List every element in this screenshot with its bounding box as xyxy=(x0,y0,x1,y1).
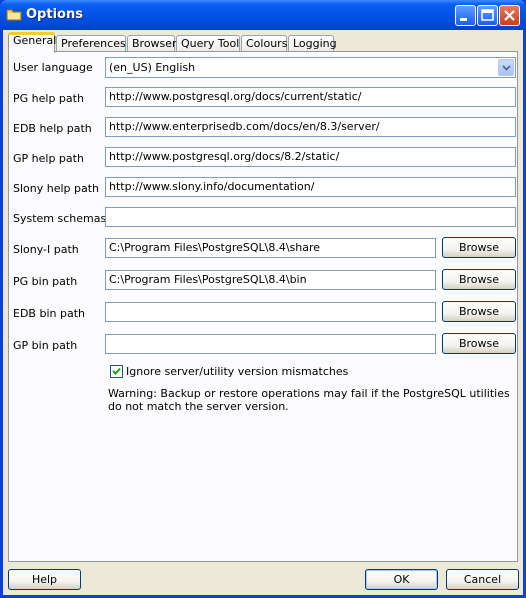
folder-icon xyxy=(6,9,22,21)
maximize-button[interactable] xyxy=(477,5,498,26)
general-panel: User language (en_US) English PG help pa… xyxy=(8,51,518,562)
slony-path-browse-button[interactable]: Browse xyxy=(442,237,516,258)
pg-bin-path-label: PG bin path xyxy=(13,275,78,288)
slony-path-label: Slony-I path xyxy=(13,243,79,256)
slony-help-path-label: Slony help path xyxy=(13,182,100,195)
minimize-icon xyxy=(460,18,467,21)
close-button[interactable] xyxy=(499,5,520,26)
options-window: Options General Preferences Browser Quer… xyxy=(0,0,526,598)
pg-bin-path-input[interactable]: C:\Program Files\PostgreSQL\8.4\bin xyxy=(105,270,436,290)
tab-colours[interactable]: Colours xyxy=(241,35,287,52)
dialog-body: General Preferences Browser Query Tool C… xyxy=(3,30,523,595)
pg-help-path-label: PG help path xyxy=(13,92,84,105)
dropdown-arrow-button[interactable] xyxy=(498,59,514,76)
title-bar[interactable]: Options xyxy=(0,0,526,30)
user-language-value: (en_US) English xyxy=(109,61,196,74)
tab-logging[interactable]: Logging xyxy=(288,35,337,52)
gp-help-path-input[interactable]: http://www.postgresql.org/docs/8.2/stati… xyxy=(105,147,516,167)
edb-help-path-input[interactable]: http://www.enterprisedb.com/docs/en/8.3/… xyxy=(105,117,516,137)
edb-help-path-label: EDB help path xyxy=(13,122,92,135)
user-language-label: User language xyxy=(13,61,93,74)
cancel-button[interactable]: Cancel xyxy=(446,569,519,590)
window-title: Options xyxy=(26,7,83,22)
tab-query-tool[interactable]: Query Tool xyxy=(176,35,240,52)
tab-browser[interactable]: Browser xyxy=(127,35,177,52)
help-button[interactable]: Help xyxy=(8,569,81,590)
gp-bin-path-input[interactable] xyxy=(105,334,436,354)
edb-bin-path-label: EDB bin path xyxy=(13,307,85,320)
ok-button[interactable]: OK xyxy=(365,569,438,590)
tab-preferences[interactable]: Preferences xyxy=(56,35,126,52)
system-schemas-input[interactable] xyxy=(105,207,516,227)
gp-bin-path-label: GP bin path xyxy=(13,339,78,352)
checkmark-icon xyxy=(112,367,121,375)
maximize-icon xyxy=(481,9,494,21)
version-warning-text: Warning: Backup or restore operations ma… xyxy=(108,387,510,413)
edb-bin-path-browse-button[interactable]: Browse xyxy=(442,301,516,322)
gp-help-path-label: GP help path xyxy=(13,152,84,165)
edb-bin-path-input[interactable] xyxy=(105,302,436,322)
tab-general[interactable]: General xyxy=(8,32,56,53)
user-language-select[interactable]: (en_US) English xyxy=(105,57,516,78)
pg-help-path-input[interactable]: http://www.postgresql.org/docs/current/s… xyxy=(105,87,516,107)
slony-help-path-input[interactable]: http://www.slony.info/documentation/ xyxy=(105,177,516,197)
system-schemas-label: System schemas xyxy=(13,212,107,225)
pg-bin-path-browse-button[interactable]: Browse xyxy=(442,269,516,290)
gp-bin-path-browse-button[interactable]: Browse xyxy=(442,333,516,354)
ignore-mismatch-checkbox[interactable] xyxy=(110,365,123,378)
minimize-button[interactable] xyxy=(455,5,476,26)
slony-path-input[interactable]: C:\Program Files\PostgreSQL\8.4\share xyxy=(105,238,436,258)
chevron-down-icon xyxy=(502,65,511,71)
ignore-mismatch-label[interactable]: Ignore server/utility version mismatches xyxy=(126,365,348,378)
close-icon xyxy=(504,10,515,21)
